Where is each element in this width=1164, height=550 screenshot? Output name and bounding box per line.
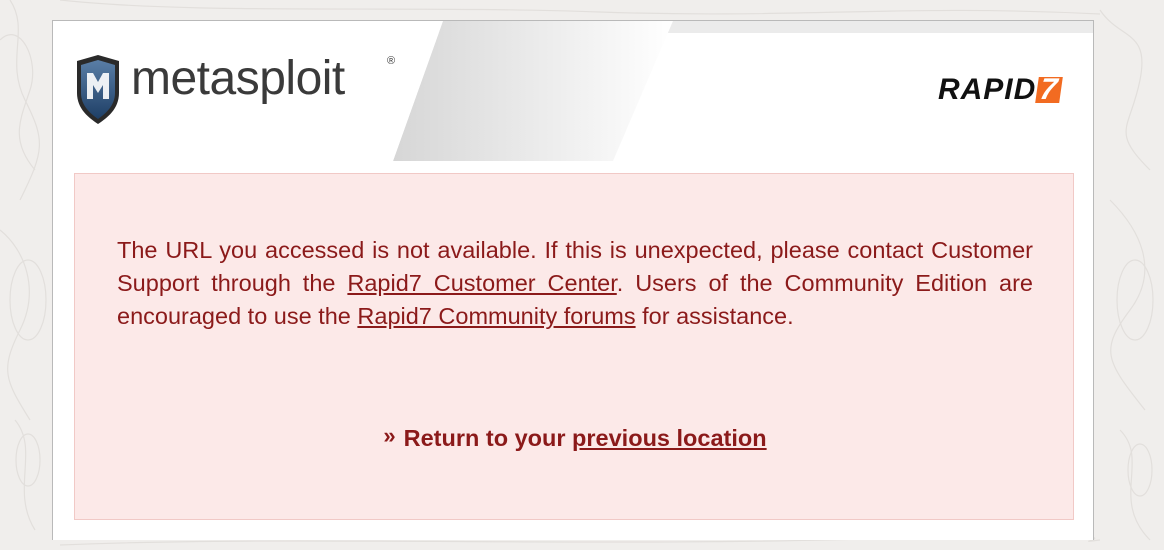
return-line: » Return to your previous location [75, 422, 1075, 455]
customer-center-link[interactable]: Rapid7 Customer Center [347, 270, 616, 296]
double-chevron-right-icon: » [383, 423, 396, 448]
return-prefix: Return to your [403, 425, 573, 451]
metasploit-logo: metasploit [131, 52, 345, 105]
community-forums-link[interactable]: Rapid7 Community forums [357, 303, 635, 329]
registered-mark: ® [387, 55, 396, 67]
error-message: The URL you accessed is not available. I… [117, 234, 1033, 333]
rapid7-logo-mark: 7 [1035, 73, 1063, 106]
error-message-box: The URL you accessed is not available. I… [74, 173, 1074, 520]
metasploit-shield-icon [77, 55, 119, 124]
rapid7-logo-text: RAPID [937, 73, 1037, 106]
rapid7-logo: RAPID7 [937, 73, 1063, 107]
error-message-part3: for assistance. [635, 303, 794, 329]
previous-location-link[interactable]: previous location [572, 425, 767, 451]
error-panel: metasploit ® RAPID7 The URL you accessed… [52, 20, 1094, 540]
